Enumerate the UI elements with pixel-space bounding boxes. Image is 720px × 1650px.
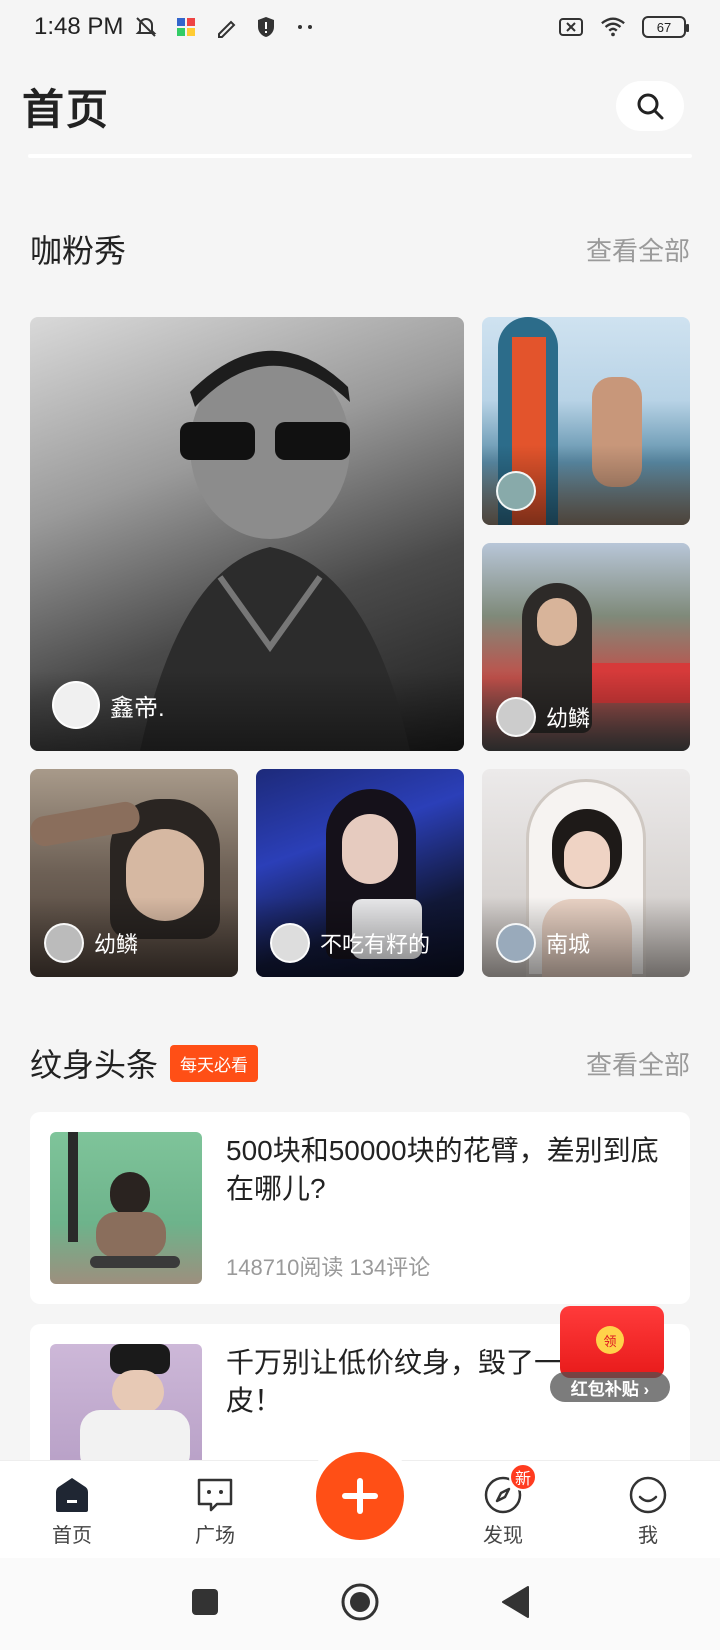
top-header: 首页: [0, 54, 720, 158]
page-title: 首页: [22, 85, 111, 133]
compass-icon: 新: [483, 1463, 537, 1515]
showcase-user-name: 不吃有籽的: [320, 932, 431, 957]
mute-icon: [133, 14, 159, 40]
avatar: [496, 471, 536, 511]
tab-label: 发现: [483, 1525, 523, 1547]
recent-apps-button[interactable]: [190, 1587, 220, 1622]
showcase-user-name: 幼鳞: [94, 932, 139, 957]
news-thumbnail: [50, 1132, 202, 1284]
showcase-user-name: 南城: [546, 932, 591, 957]
headlines-header: 纹身头条 每天必看 查看全部: [30, 1040, 690, 1086]
tab-label: 我: [638, 1525, 658, 1547]
avatar: [496, 697, 536, 737]
smile-icon: [628, 1475, 668, 1515]
showcase-header: 咖粉秀 查看全部: [30, 226, 690, 272]
news-thumbnail: [50, 1344, 202, 1474]
app-notification-icon: [173, 14, 199, 40]
status-time: 1:48 PM: [34, 13, 124, 40]
daily-badge: 每天必看: [170, 1044, 259, 1082]
header-divider: [28, 154, 692, 158]
edit-icon: [213, 14, 239, 40]
tab-label: 广场: [195, 1525, 235, 1547]
circle-icon: [341, 1583, 379, 1620]
showcase-item-6[interactable]: 南城: [482, 769, 690, 977]
red-packet-widget[interactable]: 领 红包补贴 ›: [548, 1300, 672, 1406]
showcase-item-featured[interactable]: 鑫帝.: [30, 317, 464, 751]
avatar: [496, 923, 536, 963]
search-button[interactable]: [616, 81, 684, 131]
showcase-see-all-link[interactable]: 查看全部: [586, 231, 690, 268]
create-post-button[interactable]: [316, 1452, 404, 1540]
square-icon: [192, 1588, 218, 1615]
news-card-1[interactable]: 500块和50000块的花臂，差别到底在哪儿? 148710阅读 134评论: [30, 1112, 690, 1304]
more-dots-icon: [293, 14, 319, 40]
system-nav-bar: [0, 1558, 720, 1650]
home-icon: [52, 1475, 92, 1515]
showcase-item-2[interactable]: [482, 317, 690, 525]
showcase-item-3[interactable]: 幼鳞: [482, 543, 690, 751]
news-meta: 148710阅读 134评论: [226, 1255, 431, 1280]
status-bar: 1:48 PM 67: [0, 0, 720, 54]
chat-bubble-icon: [195, 1475, 235, 1515]
red-packet-coin: 领: [596, 1326, 624, 1354]
tab-me[interactable]: 我: [598, 1475, 698, 1548]
showcase-title: 咖粉秀: [30, 233, 127, 269]
back-button[interactable]: [500, 1585, 530, 1624]
showcase-item-5[interactable]: 不吃有籽的: [256, 769, 464, 977]
new-badge: 新: [509, 1463, 537, 1491]
sim-off-icon: [558, 14, 584, 40]
plus-icon: [342, 1478, 378, 1514]
tab-discover[interactable]: 新 发现: [453, 1463, 553, 1548]
red-packet-label: 红包补贴 ›: [550, 1372, 670, 1402]
avatar: [270, 923, 310, 963]
avatar: [44, 923, 84, 963]
headlines-see-all-link[interactable]: 查看全部: [586, 1045, 690, 1082]
news-title: 500块和50000块的花臂，差别到底在哪儿?: [226, 1135, 659, 1204]
showcase-item-4[interactable]: 幼鳞: [30, 769, 238, 977]
tab-label: 首页: [52, 1525, 92, 1547]
tab-plaza[interactable]: 广场: [165, 1475, 265, 1548]
headlines-title: 纹身头条: [30, 1047, 159, 1083]
search-icon: [637, 93, 664, 120]
avatar: [52, 681, 100, 729]
wifi-icon: [600, 14, 626, 40]
shield-icon: [253, 14, 279, 40]
showcase-user-name: 幼鳞: [546, 706, 591, 731]
tab-home[interactable]: 首页: [22, 1475, 122, 1548]
back-triangle-icon: [502, 1585, 529, 1618]
showcase-user-name: 鑫帝.: [110, 694, 165, 722]
home-nav-button[interactable]: [340, 1582, 380, 1627]
battery-indicator: 67: [642, 16, 689, 38]
